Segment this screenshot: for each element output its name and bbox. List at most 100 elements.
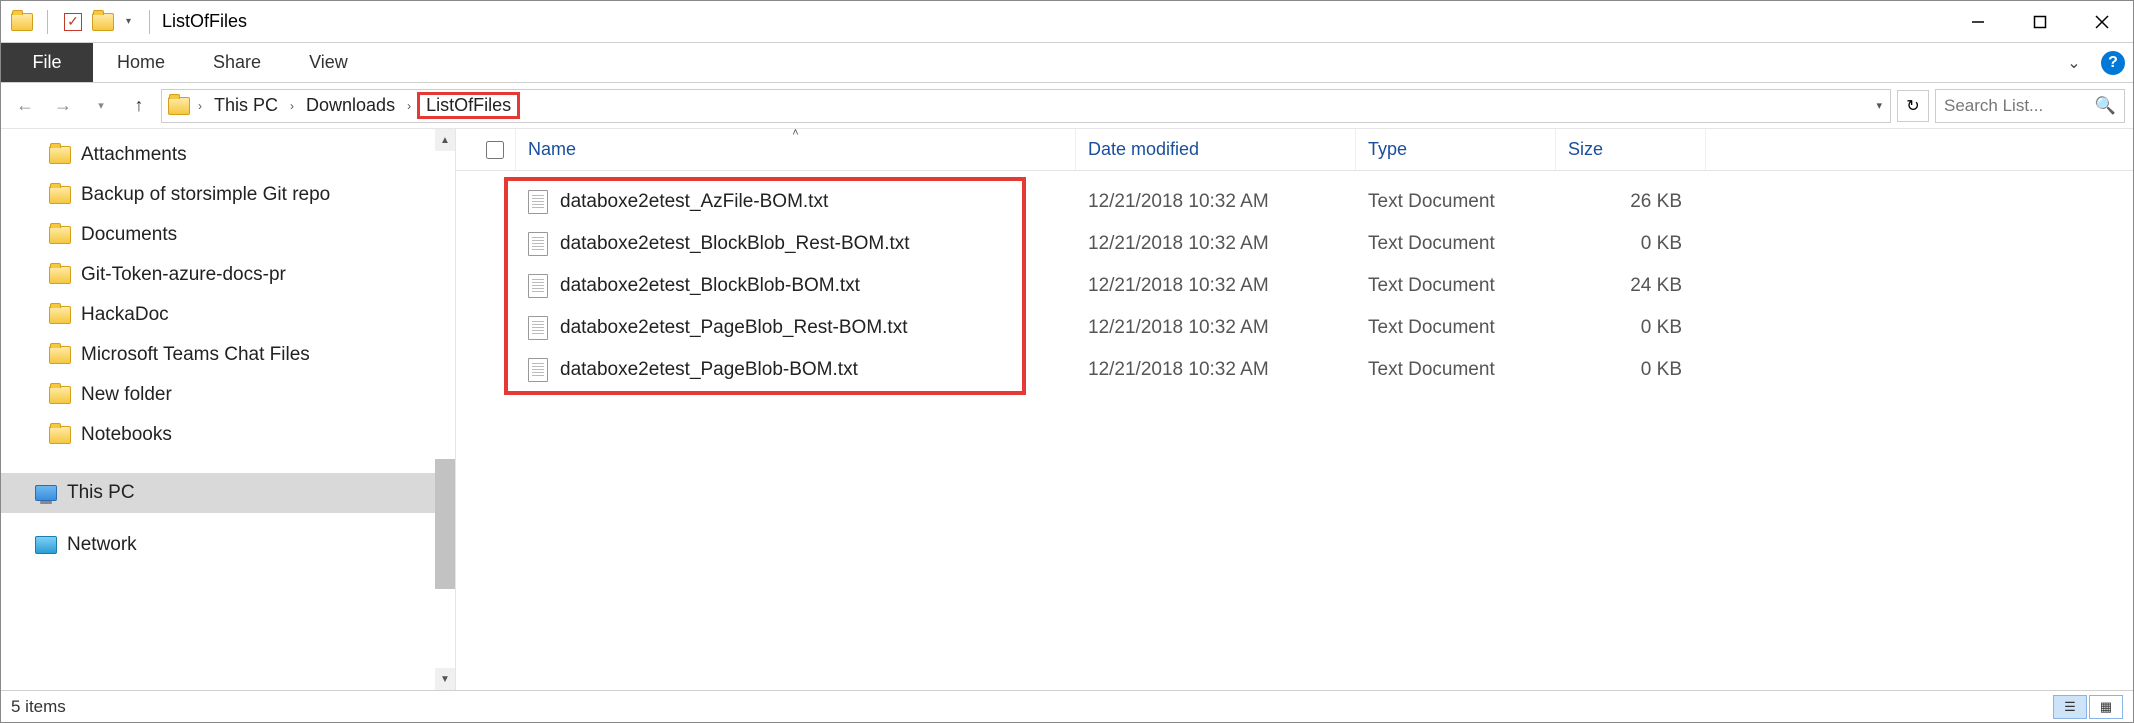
expand-ribbon-icon[interactable]: ⌄ (2059, 53, 2089, 73)
file-size: 0 KB (1556, 359, 1706, 381)
sort-ascending-icon: ˄ (792, 129, 798, 139)
body: Attachments Backup of storsimple Git repo… (1, 129, 2133, 690)
chevron-right-icon[interactable]: › (288, 99, 296, 113)
sidebar-item[interactable]: HackaDoc (1, 295, 455, 335)
scroll-up-icon[interactable]: ▲ (435, 129, 455, 151)
sidebar-item[interactable]: New folder (1, 375, 455, 415)
details-view-button[interactable]: ☰ (2053, 695, 2087, 719)
refresh-button[interactable]: ↻ (1897, 90, 1929, 122)
select-all-checkbox[interactable] (474, 129, 516, 170)
breadcrumb-downloads[interactable]: Downloads (300, 93, 401, 118)
window-title: ListOfFiles (162, 11, 247, 32)
folder-icon (49, 266, 71, 284)
minimize-button[interactable] (1947, 1, 2009, 43)
file-name: databoxe2etest_BlockBlob-BOM.txt (560, 275, 860, 297)
window-controls (1947, 1, 2133, 43)
search-icon: 🔍 (2095, 96, 2116, 116)
file-size: 26 KB (1556, 191, 1706, 213)
ribbon: File Home Share View ⌄ ? (1, 43, 2133, 83)
file-date: 12/21/2018 10:32 AM (1076, 359, 1356, 381)
file-row[interactable]: databoxe2etest_BlockBlob-BOM.txt 12/21/20… (474, 265, 2133, 307)
column-size[interactable]: Size (1556, 129, 1706, 170)
sidebar-item[interactable]: Documents (1, 215, 455, 255)
qat-dropdown-icon[interactable]: ▾ (126, 16, 131, 27)
file-row[interactable]: databoxe2etest_PageBlob_Rest-BOM.txt12/2… (474, 307, 2133, 349)
file-name: databoxe2etest_PageBlob-BOM.txt (560, 359, 858, 381)
icons-view-button[interactable]: ▦ (2089, 695, 2123, 719)
sidebar-item[interactable]: Backup of storsimple Git repo (1, 175, 455, 215)
separator (47, 10, 48, 34)
sidebar-item-label: HackaDoc (81, 304, 169, 326)
sidebar-item-label: Git-Token-azure-docs-pr (81, 264, 286, 286)
folder-icon (49, 346, 71, 364)
file-size: 24 KB (1556, 275, 1706, 297)
file-row[interactable]: databoxe2etest_BlockBlob_Rest-BOM.txt 12/… (474, 223, 2133, 265)
column-name[interactable]: ˄ Name (516, 129, 1076, 170)
text-document-icon (528, 232, 548, 256)
column-label: Type (1368, 139, 1407, 160)
sidebar-item-label: New folder (81, 384, 172, 406)
column-label: Size (1568, 139, 1603, 160)
chevron-right-icon[interactable]: › (405, 99, 413, 113)
sidebar-item-label: Microsoft Teams Chat Files (81, 344, 310, 366)
file-name: databoxe2etest_BlockBlob_Rest-BOM.txt (560, 233, 910, 255)
file-list-area: ˄ Name Date modified Type Size databoxe2… (456, 129, 2133, 690)
breadcrumb-current[interactable]: ListOfFiles (417, 92, 520, 119)
search-input[interactable]: Search List... 🔍 (1935, 89, 2125, 123)
close-button[interactable] (2071, 1, 2133, 43)
maximize-button[interactable] (2009, 1, 2071, 43)
up-button[interactable]: ↑ (123, 90, 155, 122)
folder-icon (49, 226, 71, 244)
address-dropdown-icon[interactable]: ▾ (1876, 99, 1882, 112)
column-type[interactable]: Type (1356, 129, 1556, 170)
file-name: databoxe2etest_AzFile-BOM.txt (560, 191, 828, 213)
column-headers: ˄ Name Date modified Type Size (456, 129, 2133, 171)
sidebar-item[interactable]: Attachments (1, 135, 455, 175)
title-bar: ✓ ▾ ListOfFiles (1, 1, 2133, 43)
share-tab[interactable]: Share (189, 43, 285, 82)
view-toggles: ☰ ▦ (2053, 695, 2123, 719)
navigation-pane: Attachments Backup of storsimple Git repo… (1, 129, 456, 690)
file-date: 12/21/2018 10:32 AM (1076, 275, 1356, 297)
computer-icon (35, 485, 57, 501)
folder-icon (49, 306, 71, 324)
sidebar-item[interactable]: Microsoft Teams Chat Files (1, 335, 455, 375)
chevron-right-icon[interactable]: › (196, 99, 204, 113)
new-folder-icon[interactable] (90, 9, 116, 35)
file-size: 0 KB (1556, 317, 1706, 339)
scrollbar-thumb[interactable] (435, 459, 455, 589)
home-tab[interactable]: Home (93, 43, 189, 82)
sidebar-item[interactable]: Notebooks (1, 415, 455, 455)
sidebar-item-label: Documents (81, 224, 177, 246)
recent-dropdown-icon[interactable]: ▾ (85, 90, 117, 122)
sidebar-item-label: Attachments (81, 144, 187, 166)
properties-icon[interactable]: ✓ (60, 9, 86, 35)
column-label: Date modified (1088, 139, 1199, 160)
folder-icon (49, 426, 71, 444)
file-date: 12/21/2018 10:32 AM (1076, 233, 1356, 255)
view-tab[interactable]: View (285, 43, 372, 82)
file-type: Text Document (1356, 275, 1556, 297)
sidebar-item-label: This PC (67, 482, 135, 504)
breadcrumb-root[interactable]: This PC (208, 93, 284, 118)
folder-icon (49, 186, 71, 204)
folder-icon (166, 93, 192, 119)
scroll-down-icon[interactable]: ▼ (435, 668, 455, 690)
network-icon (35, 536, 57, 554)
address-bar[interactable]: › This PC › Downloads › ListOfFiles ▾ (161, 89, 1891, 123)
forward-button[interactable]: → (47, 90, 79, 122)
item-count: 5 items (11, 697, 66, 717)
folder-icon (49, 386, 71, 404)
file-tab[interactable]: File (1, 43, 93, 82)
file-row[interactable]: databoxe2etest_AzFile-BOM.txt12/21/2018 … (474, 181, 2133, 223)
sidebar-item-network[interactable]: Network (1, 525, 455, 565)
sidebar-item-label: Notebooks (81, 424, 172, 446)
sidebar-item[interactable]: Git-Token-azure-docs-pr (1, 255, 455, 295)
help-button[interactable]: ? (2101, 51, 2125, 75)
sidebar-item-label: Backup of storsimple Git repo (81, 184, 330, 206)
sidebar-item-this-pc[interactable]: This PC (1, 473, 455, 513)
column-date[interactable]: Date modified (1076, 129, 1356, 170)
file-row[interactable]: databoxe2etest_PageBlob-BOM.txt 12/21/201… (474, 349, 2133, 391)
separator (149, 10, 150, 34)
back-button[interactable]: ← (9, 90, 41, 122)
